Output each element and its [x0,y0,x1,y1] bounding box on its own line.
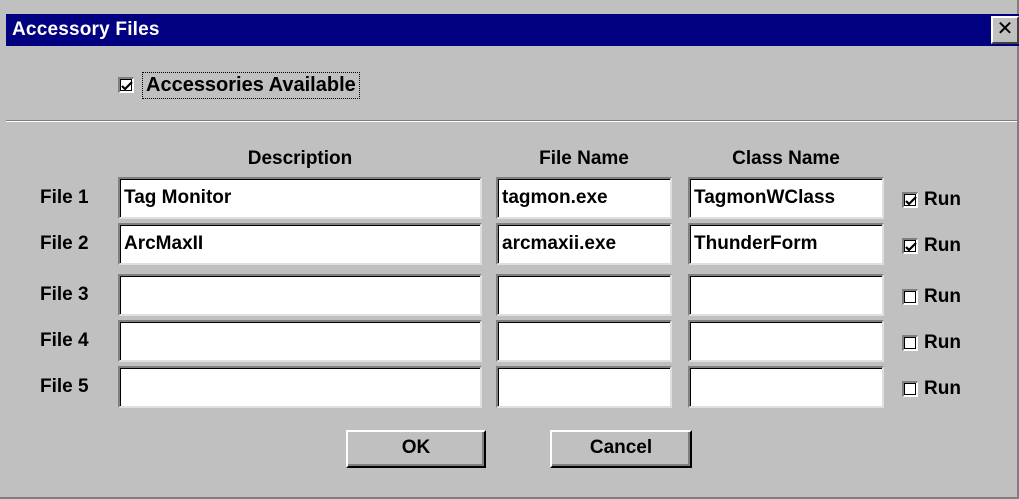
dialog-title: Accessory Files [12,19,160,40]
class-name-field-5[interactable] [688,366,884,408]
file-name-field-2[interactable]: arcmaxii.exe [496,223,672,265]
file-name-field-3[interactable] [496,274,672,316]
class-name-field-2[interactable]: ThunderForm [688,223,884,265]
checkbox-box[interactable] [902,289,918,305]
cancel-button[interactable]: Cancel [550,430,692,468]
checkbox-box[interactable] [118,77,134,93]
class-name-field-3[interactable] [688,274,884,316]
run-label: Run [924,189,961,210]
close-button[interactable]: ✕ [991,16,1019,44]
checkmark-icon [121,81,133,91]
description-field-2[interactable]: ArcMaxII [118,223,482,265]
file-name-field-1[interactable]: tagmon.exe [496,177,672,219]
run-checkbox-4[interactable]: Run [902,332,961,354]
run-checkbox-2[interactable]: Run [902,235,961,257]
description-field-5[interactable] [118,366,482,408]
run-label: Run [924,332,961,353]
class-name-field-1[interactable]: TagmonWClass [688,177,884,219]
checkbox-box[interactable] [902,192,918,208]
checkbox-box[interactable] [902,381,918,397]
checkbox-box[interactable] [902,335,918,351]
checkmark-icon [905,242,917,252]
separator [6,120,1017,122]
row-label-file-2: File 2 [40,233,89,254]
header-description: Description [247,148,353,169]
row-label-file-4: File 4 [40,330,89,351]
run-label: Run [924,378,961,399]
checkmark-icon [905,196,917,206]
description-field-3[interactable] [118,274,482,316]
ok-button[interactable]: OK [346,430,486,468]
checkbox-box[interactable] [902,238,918,254]
accessories-available-checkbox[interactable]: Accessories Available [118,70,360,100]
accessories-available-label: Accessories Available [142,71,360,99]
run-label: Run [924,286,961,307]
title-bar[interactable]: Accessory Files ✕ [6,14,1019,46]
description-field-4[interactable] [118,320,482,362]
class-name-field-4[interactable] [688,320,884,362]
row-label-file-1: File 1 [40,187,89,208]
header-file-name: File Name [539,148,629,169]
file-name-field-4[interactable] [496,320,672,362]
accessory-files-dialog: Accessory Files ✕ Accessories Available … [0,0,1019,499]
run-checkbox-3[interactable]: Run [902,286,961,308]
file-name-field-5[interactable] [496,366,672,408]
run-checkbox-1[interactable]: Run [902,189,961,211]
close-icon: ✕ [996,18,1014,40]
run-label: Run [924,235,961,256]
description-field-1[interactable]: Tag Monitor [118,177,482,219]
row-label-file-5: File 5 [40,376,89,397]
run-checkbox-5[interactable]: Run [902,378,961,400]
row-label-file-3: File 3 [40,284,89,305]
header-class-name: Class Name [732,148,840,169]
